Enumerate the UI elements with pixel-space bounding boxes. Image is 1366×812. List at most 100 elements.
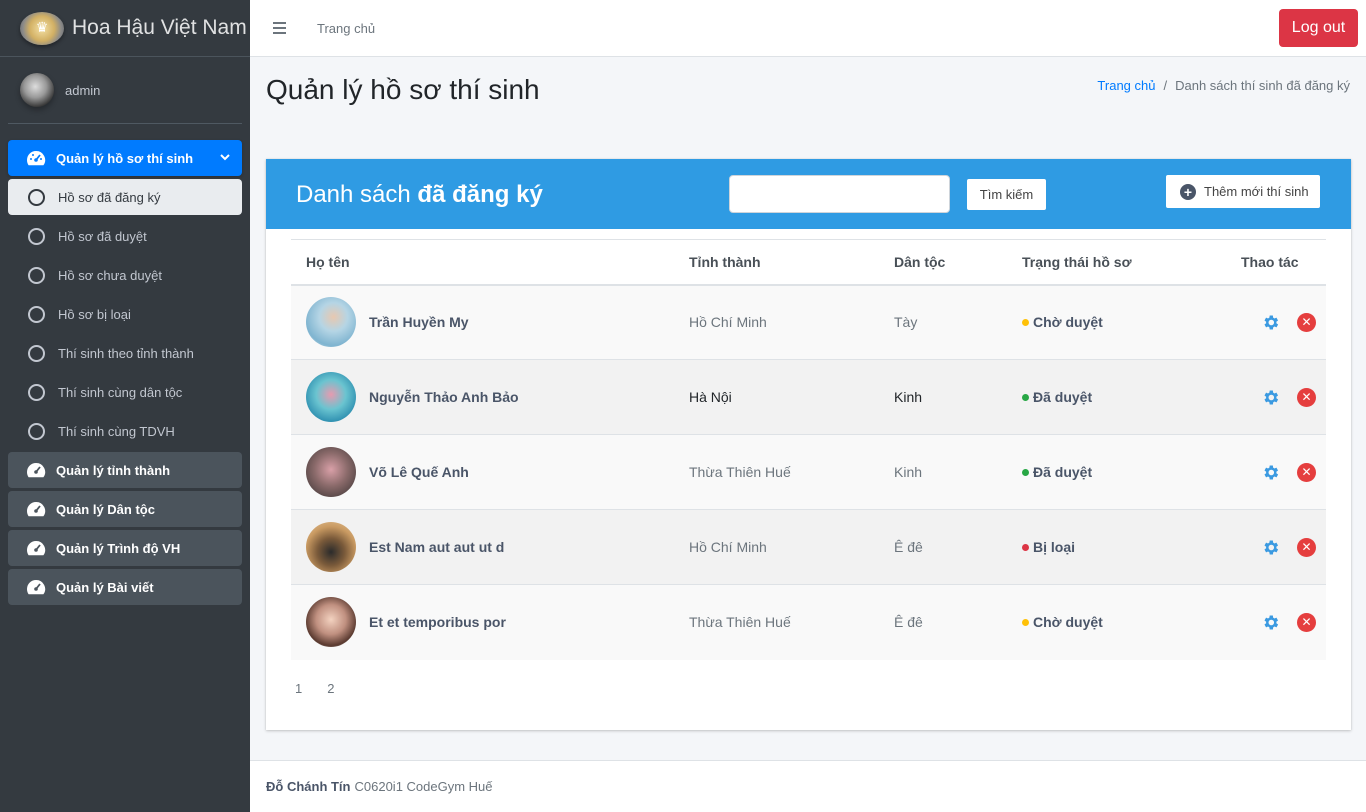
- top-navbar: Trang chủ Log out: [250, 0, 1366, 57]
- circle-icon: [28, 422, 45, 440]
- candidate-photo: [306, 447, 356, 497]
- delete-icon[interactable]: ✕: [1297, 462, 1316, 482]
- add-candidate-button[interactable]: + Thêm mới thí sinh: [1166, 175, 1320, 208]
- column-header-name[interactable]: Họ tên: [291, 240, 674, 285]
- avatar: [20, 73, 54, 107]
- sidebar-subitem-rejected[interactable]: Hồ sơ bị loại: [8, 296, 242, 332]
- gear-icon[interactable]: [1261, 613, 1280, 632]
- candidate-name[interactable]: Võ Lê Quế Anh: [369, 464, 469, 480]
- status-cell: Bị loại: [1007, 510, 1226, 585]
- dashboard-icon: [27, 150, 46, 166]
- gear-icon[interactable]: [1261, 538, 1280, 557]
- sidebar-subitem-by-ethnic[interactable]: Thí sinh cùng dân tộc: [8, 374, 242, 410]
- status-dot-icon: [1022, 318, 1029, 326]
- name-cell: Et et temporibus por: [291, 585, 674, 660]
- province-cell: Thừa Thiên Huế: [689, 614, 791, 631]
- sidebar-item-label: Quản lý Dân tộc: [56, 501, 155, 517]
- actions-cell: ✕: [1226, 360, 1326, 435]
- circle-icon: [28, 188, 45, 206]
- column-header-ethnic[interactable]: Dân tộc: [879, 240, 1007, 285]
- gear-icon[interactable]: [1261, 463, 1280, 482]
- card-title: Danh sách đã đăng ký: [296, 181, 543, 209]
- page-link-2[interactable]: 2: [327, 681, 334, 696]
- sidebar-item-ethnics[interactable]: Quản lý Dân tộc: [8, 491, 242, 527]
- gear-icon[interactable]: [1261, 313, 1280, 332]
- menu-toggle-icon[interactable]: [273, 22, 286, 34]
- sidebar: ♛ Hoa Hậu Việt Nam admin Quản lý hồ sơ t…: [0, 0, 250, 812]
- delete-icon[interactable]: ✕: [1297, 537, 1316, 557]
- brand-name: Hoa Hậu Việt Nam: [72, 16, 247, 39]
- status-badge: Bị loại: [1033, 539, 1076, 555]
- sidebar-item-label: Quản lý hồ sơ thí sinh: [56, 150, 194, 166]
- candidate-name[interactable]: Et et temporibus por: [369, 614, 506, 630]
- actions-cell: ✕: [1226, 510, 1326, 585]
- pagination: 1 2: [295, 681, 334, 696]
- sidebar-subitem-approved[interactable]: Hồ sơ đã duyệt: [8, 218, 242, 254]
- actions-cell: ✕: [1226, 435, 1326, 510]
- column-header-province[interactable]: Tỉnh thành: [674, 240, 879, 285]
- sidebar-item-provinces[interactable]: Quản lý tỉnh thành: [8, 452, 242, 488]
- search-input[interactable]: [729, 175, 950, 213]
- sidebar-subitem-label: Hồ sơ đã đăng ký: [58, 189, 161, 205]
- circle-icon: [28, 305, 45, 323]
- sidebar-subitem-by-province[interactable]: Thí sinh theo tỉnh thành: [8, 335, 242, 371]
- circle-icon: [28, 227, 45, 245]
- table-row: Nguyễn Thảo Anh Bảo Hà Nội Kinh Đã duyệt…: [291, 359, 1326, 435]
- ethnic-cell: Kinh: [894, 464, 923, 480]
- delete-icon[interactable]: ✕: [1297, 612, 1316, 632]
- delete-icon[interactable]: ✕: [1297, 312, 1316, 332]
- status-cell: Đã duyệt: [1007, 435, 1226, 510]
- sidebar-subitem-registered[interactable]: Hồ sơ đã đăng ký: [8, 179, 242, 215]
- status-dot-icon: [1022, 543, 1029, 551]
- status-dot-icon: [1022, 618, 1029, 626]
- logout-button[interactable]: Log out: [1279, 9, 1358, 47]
- sidebar-item-label: Quản lý Trình độ VH: [56, 540, 181, 556]
- page-link-1[interactable]: 1: [295, 681, 302, 696]
- breadcrumb-separator: /: [1163, 78, 1168, 93]
- actions-cell: ✕: [1226, 285, 1326, 360]
- footer-text: C0620i1 CodeGym Huế: [354, 779, 493, 794]
- delete-icon[interactable]: ✕: [1297, 387, 1316, 407]
- name-cell: Võ Lê Quế Anh: [291, 435, 674, 510]
- sidebar-item-posts[interactable]: Quản lý Bài viết: [8, 569, 242, 605]
- sidebar-item-label: Quản lý Bài viết: [56, 579, 154, 595]
- search-button[interactable]: Tìm kiếm: [967, 179, 1046, 210]
- user-panel[interactable]: admin: [8, 57, 242, 124]
- dashboard-icon: [27, 501, 46, 517]
- sidebar-subitem-by-education[interactable]: Thí sinh cùng TDVH: [8, 413, 242, 449]
- sidebar-item-candidates[interactable]: Quản lý hồ sơ thí sinh: [8, 140, 242, 176]
- candidate-name[interactable]: Trần Huyền My: [369, 314, 469, 330]
- status-dot-icon: [1022, 468, 1029, 476]
- status-cell: Chờ duyệt: [1007, 285, 1226, 360]
- province-cell: Hà Nội: [689, 389, 732, 405]
- sidebar-item-education[interactable]: Quản lý Trình độ VH: [8, 530, 242, 566]
- column-header-actions: Thao tác: [1241, 253, 1299, 270]
- card-title-prefix: Danh sách: [296, 181, 411, 208]
- status-badge: Đã duyệt: [1033, 464, 1093, 480]
- nav-home-link[interactable]: Trang chủ: [317, 21, 375, 36]
- candidates-card: Danh sách đã đăng ký Tìm kiếm + Thêm mới…: [266, 159, 1351, 730]
- status-badge: Chờ duyệt: [1033, 314, 1103, 331]
- chevron-down-icon: [220, 154, 230, 161]
- sidebar-subitem-label: Thí sinh cùng TDVH: [58, 423, 175, 439]
- sidebar-subitem-label: Thí sinh theo tỉnh thành: [58, 345, 194, 361]
- brand-link[interactable]: ♛ Hoa Hậu Việt Nam: [0, 0, 250, 57]
- name-cell: Trần Huyền My: [291, 285, 674, 360]
- table-row: Trần Huyền My Hồ Chí Minh Tày Chờ duyệt …: [291, 284, 1326, 360]
- footer: Đỗ Chánh Tín C0620i1 CodeGym Huế: [250, 760, 1366, 812]
- status-badge: Đã duyệt: [1033, 389, 1093, 405]
- candidates-table: Họ tên Tỉnh thành Dân tộc Trạng thái hồ …: [291, 239, 1326, 660]
- sidebar-subitem-pending[interactable]: Hồ sơ chưa duyệt: [8, 257, 242, 293]
- user-name[interactable]: admin: [65, 83, 100, 98]
- candidate-name[interactable]: Est Nam aut aut ut d: [369, 539, 504, 555]
- sidebar-item-label: Quản lý tỉnh thành: [56, 462, 171, 478]
- table-header-row: Họ tên Tỉnh thành Dân tộc Trạng thái hồ …: [291, 239, 1326, 285]
- candidate-name[interactable]: Nguyễn Thảo Anh Bảo: [369, 389, 519, 405]
- card-title-bold: đã đăng ký: [417, 181, 543, 208]
- dashboard-icon: [27, 540, 46, 556]
- gear-icon[interactable]: [1261, 388, 1280, 407]
- column-header-status[interactable]: Trạng thái hồ sơ: [1007, 240, 1226, 285]
- crown-logo-icon: ♛: [20, 11, 64, 45]
- circle-icon: [28, 383, 45, 401]
- breadcrumb-home-link[interactable]: Trang chủ: [1097, 78, 1155, 93]
